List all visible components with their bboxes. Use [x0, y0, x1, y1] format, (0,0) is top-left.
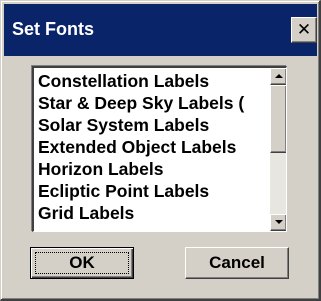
font-list-box[interactable]: Constellation Labels Star & Deep Sky Lab… [32, 66, 287, 232]
list-item-grid-labels[interactable]: Grid Labels [38, 202, 134, 224]
scroll-down-button[interactable] [270, 214, 286, 231]
title-bar[interactable]: Set Fonts ✕ [4, 4, 317, 56]
set-fonts-dialog: Set Fonts ✕ Constellation Labels Star & … [0, 0, 321, 301]
list-item-star-deep-sky-labels[interactable]: Star & Deep Sky Labels ( [38, 92, 244, 114]
font-list-items: Constellation Labels Star & Deep Sky Lab… [34, 68, 269, 231]
list-item-solar-system-labels[interactable]: Solar System Labels [38, 114, 209, 136]
close-icon: ✕ [296, 20, 312, 40]
ok-button-label: OK [69, 253, 95, 272]
close-button[interactable]: ✕ [291, 17, 317, 43]
list-item-constellation-labels[interactable]: Constellation Labels [38, 70, 209, 92]
scroll-thumb[interactable] [270, 85, 286, 153]
arrow-up-icon [275, 74, 283, 78]
list-item-ecliptic-point-labels[interactable]: Ecliptic Point Labels [38, 180, 209, 202]
scroll-up-button[interactable] [270, 68, 286, 85]
list-item-extended-object-labels[interactable]: Extended Object Labels [38, 136, 236, 158]
cancel-button[interactable]: Cancel [185, 247, 289, 279]
ok-button[interactable]: OK [30, 247, 134, 279]
vertical-scrollbar[interactable] [270, 68, 286, 231]
arrow-down-icon [275, 220, 283, 224]
dialog-title: Set Fonts [12, 19, 95, 39]
list-item-horizon-labels[interactable]: Horizon Labels [38, 158, 163, 180]
